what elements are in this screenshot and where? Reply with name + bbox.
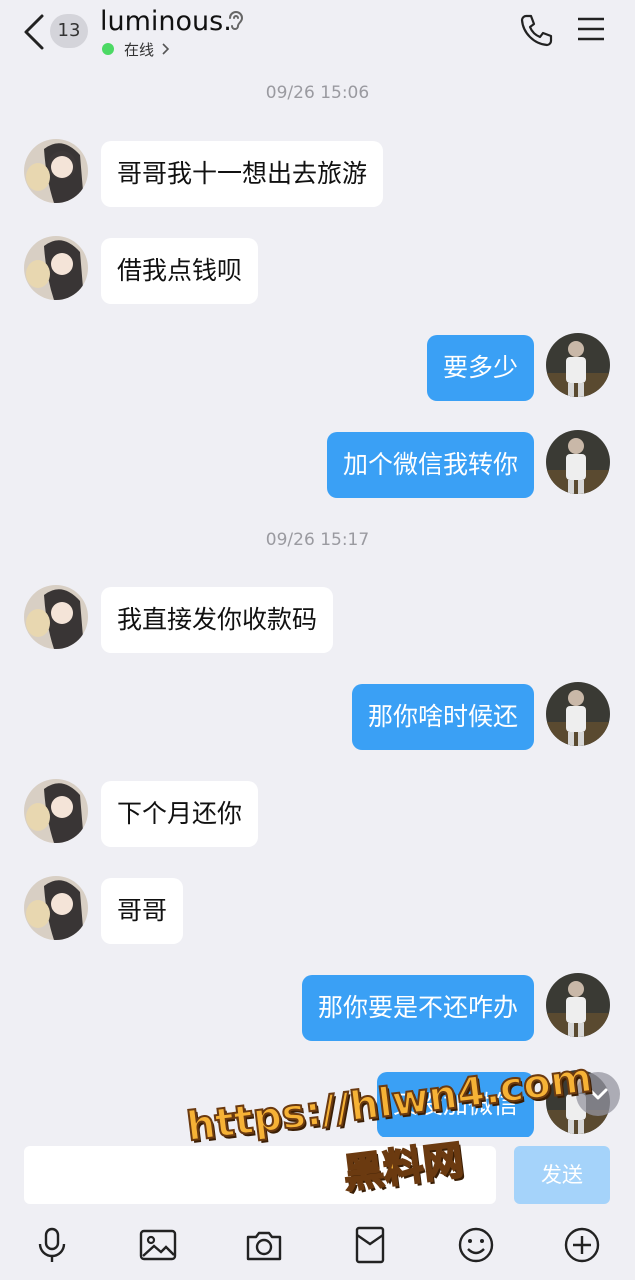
phone-icon[interactable] [518, 12, 554, 48]
sent-message-bubble[interactable]: 那你要是不还咋办 [301, 975, 534, 1041]
red-packet-icon[interactable] [350, 1225, 390, 1265]
user-avatar[interactable] [546, 682, 610, 746]
ear-icon[interactable] [226, 10, 246, 32]
camera-icon[interactable] [244, 1225, 284, 1265]
sent-message-bubble[interactable]: 那你啥时候还 [351, 684, 534, 750]
timestamp: 09/26 15:17 [265, 530, 370, 550]
image-icon[interactable] [138, 1225, 178, 1265]
contact-avatar[interactable] [24, 139, 88, 203]
received-message-bubble[interactable]: 哥哥我十一想出去旅游 [101, 141, 384, 207]
status-text: 在线 [124, 40, 155, 59]
sent-message-bubble[interactable]: 要多少 [426, 335, 534, 401]
received-message-bubble[interactable]: 哥哥 [101, 878, 184, 944]
contact-avatar[interactable] [24, 585, 88, 649]
back-button[interactable]: 13 [22, 12, 92, 52]
user-avatar[interactable] [546, 973, 610, 1037]
plus-icon[interactable] [562, 1225, 602, 1265]
sent-message-bubble[interactable]: 加个微信我转你 [326, 432, 534, 498]
user-avatar[interactable] [546, 430, 610, 494]
menu-icon[interactable] [576, 14, 606, 44]
emoji-icon[interactable] [456, 1225, 496, 1265]
microphone-icon[interactable] [32, 1225, 72, 1265]
contact-avatar[interactable] [24, 779, 88, 843]
chevron-left-icon [24, 14, 44, 50]
chevron-right-icon [162, 43, 170, 55]
contact-avatar[interactable] [24, 236, 88, 300]
contact-name[interactable]: luminous. [100, 4, 232, 40]
online-status[interactable]: 在线 [102, 40, 170, 59]
chat-header: 13 luminous. 在线 [0, 0, 635, 72]
online-dot [102, 43, 114, 55]
received-message-bubble[interactable]: 下个月还你 [101, 781, 259, 847]
unread-badge: 13 [50, 14, 88, 48]
watermark-name: 黑料网 [340, 1136, 467, 1198]
received-message-bubble[interactable]: 借我点钱呗 [101, 238, 259, 304]
contact-avatar[interactable] [24, 876, 88, 940]
timestamp: 09/26 15:06 [265, 83, 370, 103]
user-avatar[interactable] [546, 333, 610, 397]
received-message-bubble[interactable]: 我直接发你收款码 [101, 587, 334, 653]
